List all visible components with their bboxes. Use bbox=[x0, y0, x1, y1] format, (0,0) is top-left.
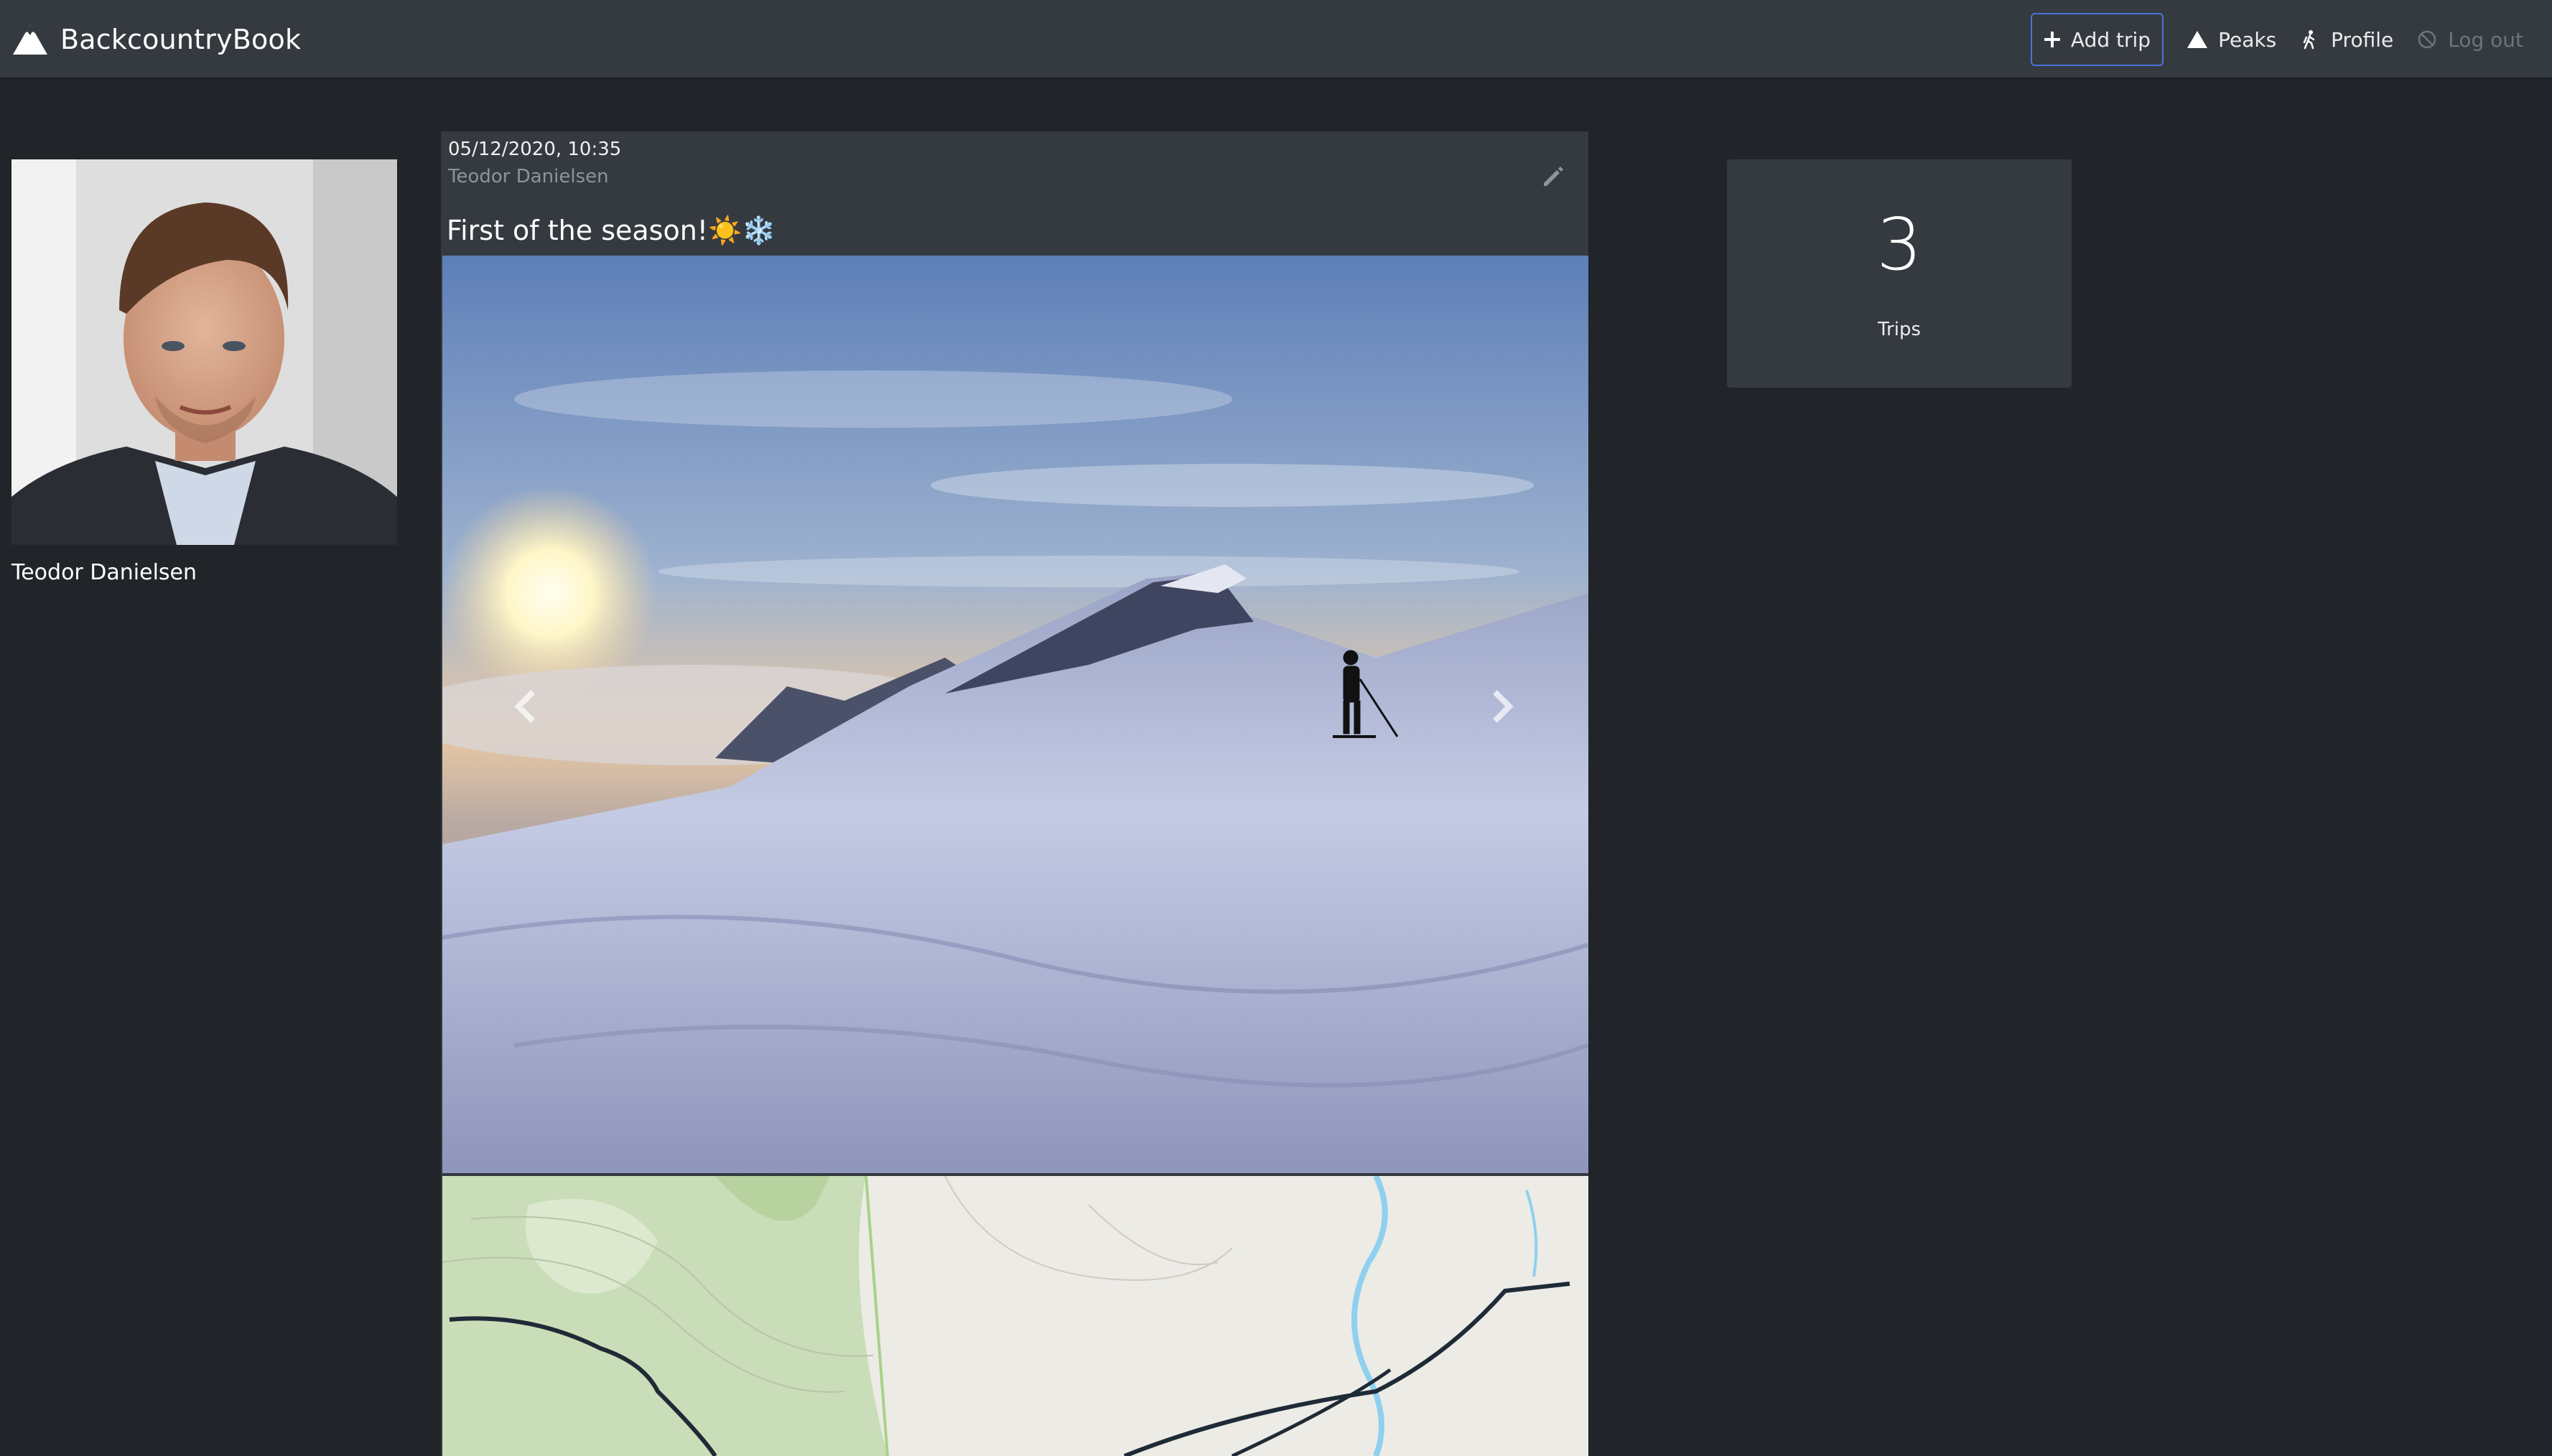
trips-count: 3 bbox=[1876, 202, 1922, 286]
mountain-icon bbox=[13, 24, 47, 55]
hiker-icon bbox=[2303, 30, 2315, 50]
profile-label: Profile bbox=[2331, 27, 2394, 52]
trip-author[interactable]: Teodor Danielsen bbox=[448, 166, 609, 187]
trips-stats-card: 3 Trips bbox=[1727, 159, 2072, 388]
trip-title: First of the season!☀️❄️ bbox=[447, 215, 776, 246]
nav-profile-link[interactable]: Profile bbox=[2299, 28, 2393, 52]
nav-logout-link[interactable]: Log out bbox=[2416, 28, 2523, 52]
mountain-icon bbox=[2187, 31, 2208, 48]
trips-label: Trips bbox=[1877, 319, 1922, 340]
photo-carousel bbox=[442, 256, 1588, 1173]
carousel-next-button[interactable] bbox=[1488, 686, 1517, 727]
peaks-label: Peaks bbox=[2218, 27, 2277, 52]
profile-name: Teodor Danielsen bbox=[11, 560, 197, 585]
nav-peaks-link[interactable]: Peaks bbox=[2187, 28, 2276, 52]
trip-photo bbox=[442, 256, 1588, 1173]
trip-card: 05/12/2020, 10:35 Teodor Danielsen First… bbox=[441, 131, 1588, 1456]
top-navbar: BackcountryBook Add trip Peaks Profile L… bbox=[0, 0, 2552, 79]
trip-map[interactable] bbox=[442, 1176, 1588, 1456]
brand-link[interactable]: BackcountryBook bbox=[11, 20, 301, 59]
pencil-icon[interactable] bbox=[1538, 162, 1567, 190]
trip-date: 05/12/2020, 10:35 bbox=[448, 139, 622, 160]
ban-icon bbox=[2418, 30, 2436, 49]
profile-avatar bbox=[11, 159, 397, 545]
carousel-prev-button[interactable] bbox=[511, 686, 540, 727]
add-trip-button[interactable]: Add trip bbox=[2030, 13, 2164, 66]
brand-name: BackcountryBook bbox=[60, 24, 302, 55]
nav-menu: Add trip Peaks Profile Log out bbox=[2030, 11, 2523, 67]
plus-icon bbox=[2044, 32, 2060, 47]
add-trip-label: Add trip bbox=[2070, 27, 2151, 52]
logout-label: Log out bbox=[2448, 27, 2523, 52]
